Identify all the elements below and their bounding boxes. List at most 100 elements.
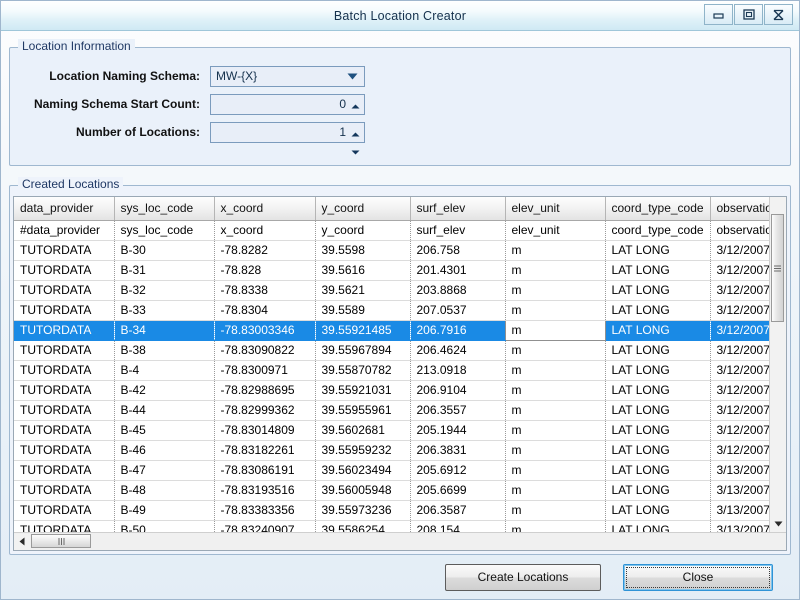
table-cell[interactable]: LAT LONG [605, 420, 710, 440]
column-header-data_provider[interactable]: data_provider [14, 197, 114, 220]
table-cell[interactable]: 203.8868 [410, 280, 505, 300]
table-row[interactable]: TUTORDATAB-4-78.830097139.55870782213.09… [14, 360, 769, 380]
table-cell[interactable]: 39.5616 [315, 260, 410, 280]
start-count-spinner[interactable]: 0 [210, 94, 365, 115]
table-row[interactable]: TUTORDATAB-32-78.833839.5621203.8868mLAT… [14, 280, 769, 300]
table-cell[interactable]: m [505, 480, 605, 500]
table-cell[interactable]: LAT LONG [605, 280, 710, 300]
table-cell[interactable]: -78.8338 [214, 280, 315, 300]
table-cell[interactable]: LAT LONG [605, 360, 710, 380]
table-cell[interactable]: m [505, 280, 605, 300]
table-cell[interactable]: TUTORDATA [14, 240, 114, 260]
table-cell[interactable]: m [505, 440, 605, 460]
maximize-button[interactable] [734, 4, 763, 25]
close-button[interactable]: Close [623, 564, 773, 591]
minimize-button[interactable] [704, 4, 733, 25]
table-cell[interactable]: LAT LONG [605, 400, 710, 420]
table-cell[interactable]: 39.55921485 [315, 320, 410, 340]
table-cell[interactable]: -78.83240907 [214, 520, 315, 532]
scroll-down-button[interactable] [770, 516, 786, 532]
table-cell[interactable]: TUTORDATA [14, 520, 114, 532]
table-cell[interactable]: 39.5602681 [315, 420, 410, 440]
horizontal-scrollbar[interactable] [14, 532, 786, 550]
table-cell[interactable]: sys_loc_code [114, 220, 214, 240]
create-locations-button[interactable]: Create Locations [445, 564, 601, 591]
table-row[interactable]: TUTORDATAB-33-78.830439.5589207.0537mLAT… [14, 300, 769, 320]
table-row[interactable]: TUTORDATAB-34-78.8300334639.55921485206.… [14, 320, 769, 340]
column-header-surf_elev[interactable]: surf_elev [410, 197, 505, 220]
table-cell[interactable]: LAT LONG [605, 440, 710, 460]
table-cell[interactable]: 3/12/2007 00 [710, 440, 769, 460]
spin-up-icon[interactable] [351, 124, 360, 142]
table-row[interactable]: TUTORDATAB-50-78.8324090739.5586254208.1… [14, 520, 769, 532]
table-cell[interactable]: LAT LONG [605, 380, 710, 400]
horizontal-scrollbar-thumb[interactable] [31, 534, 91, 548]
table-cell[interactable]: 3/13/2007 00 [710, 500, 769, 520]
table-cell[interactable]: B-33 [114, 300, 214, 320]
table-cell[interactable]: m [505, 500, 605, 520]
table-cell[interactable]: m [505, 300, 605, 320]
table-cell[interactable]: -78.8300971 [214, 360, 315, 380]
table-cell[interactable]: 3/12/2007 00 [710, 320, 769, 340]
table-cell[interactable]: B-46 [114, 440, 214, 460]
table-cell[interactable]: y_coord [315, 220, 410, 240]
table-cell[interactable]: B-49 [114, 500, 214, 520]
table-cell[interactable]: 39.55921031 [315, 380, 410, 400]
table-cell[interactable]: 3/12/2007 00 [710, 340, 769, 360]
table-cell[interactable]: B-44 [114, 400, 214, 420]
close-window-button[interactable] [764, 4, 793, 25]
table-cell[interactable]: -78.828 [214, 260, 315, 280]
table-row[interactable]: TUTORDATAB-49-78.8338335639.55973236206.… [14, 500, 769, 520]
table-cell[interactable]: 39.55973236 [315, 500, 410, 520]
table-cell[interactable]: -78.82988695 [214, 380, 315, 400]
table-cell[interactable]: LAT LONG [605, 340, 710, 360]
table-cell[interactable]: -78.82999362 [214, 400, 315, 420]
table-cell[interactable]: 205.6699 [410, 480, 505, 500]
table-cell[interactable]: m [505, 260, 605, 280]
column-header-observation[interactable]: observation_ [710, 197, 769, 220]
table-cell[interactable]: B-30 [114, 240, 214, 260]
table-cell[interactable]: 39.56005948 [315, 480, 410, 500]
table-cell[interactable]: 39.55870782 [315, 360, 410, 380]
table-cell[interactable]: 206.3587 [410, 500, 505, 520]
table-cell[interactable]: 205.1944 [410, 420, 505, 440]
table-cell[interactable]: B-42 [114, 380, 214, 400]
table-cell[interactable]: 206.7916 [410, 320, 505, 340]
table-cell[interactable]: 206.9104 [410, 380, 505, 400]
table-cell[interactable]: x_coord [214, 220, 315, 240]
table-cell[interactable]: TUTORDATA [14, 440, 114, 460]
table-cell[interactable]: observation_ [710, 220, 769, 240]
table-cell[interactable]: 39.5598 [315, 240, 410, 260]
table-cell[interactable]: B-38 [114, 340, 214, 360]
table-cell[interactable]: m [505, 400, 605, 420]
table-cell[interactable]: B-47 [114, 460, 214, 480]
table-cell[interactable]: 201.4301 [410, 260, 505, 280]
table-row[interactable]: TUTORDATAB-47-78.8308619139.56023494205.… [14, 460, 769, 480]
table-cell[interactable]: elev_unit [505, 220, 605, 240]
table-cell[interactable]: 39.5621 [315, 280, 410, 300]
table-cell[interactable]: 39.5589 [315, 300, 410, 320]
table-cell[interactable]: 206.758 [410, 240, 505, 260]
table-cell[interactable]: LAT LONG [605, 260, 710, 280]
table-row[interactable]: TUTORDATAB-44-78.8299936239.55955961206.… [14, 400, 769, 420]
table-cell[interactable]: m [505, 520, 605, 532]
vertical-scrollbar-track-top[interactable] [771, 197, 784, 214]
table-cell[interactable]: 39.55959232 [315, 440, 410, 460]
table-cell[interactable]: 207.0537 [410, 300, 505, 320]
number-of-locations-spinner[interactable]: 1 [210, 122, 365, 143]
table-row[interactable]: TUTORDATAB-46-78.8318226139.55959232206.… [14, 440, 769, 460]
table-cell[interactable]: 206.3557 [410, 400, 505, 420]
table-row[interactable]: TUTORDATAB-45-78.8301480939.5602681205.1… [14, 420, 769, 440]
table-row[interactable]: TUTORDATAB-48-78.8319351639.56005948205.… [14, 480, 769, 500]
table-cell[interactable]: m [505, 460, 605, 480]
table-cell[interactable]: 3/12/2007 00 [710, 280, 769, 300]
table-cell[interactable]: B-32 [114, 280, 214, 300]
table-cell[interactable]: 3/13/2007 00 [710, 480, 769, 500]
table-cell[interactable]: TUTORDATA [14, 500, 114, 520]
table-cell[interactable]: m [505, 320, 605, 340]
table-cell[interactable]: B-45 [114, 420, 214, 440]
table-cell[interactable]: m [505, 240, 605, 260]
table-cell[interactable]: LAT LONG [605, 300, 710, 320]
table-cell[interactable]: TUTORDATA [14, 260, 114, 280]
table-cell[interactable]: 39.55967894 [315, 340, 410, 360]
